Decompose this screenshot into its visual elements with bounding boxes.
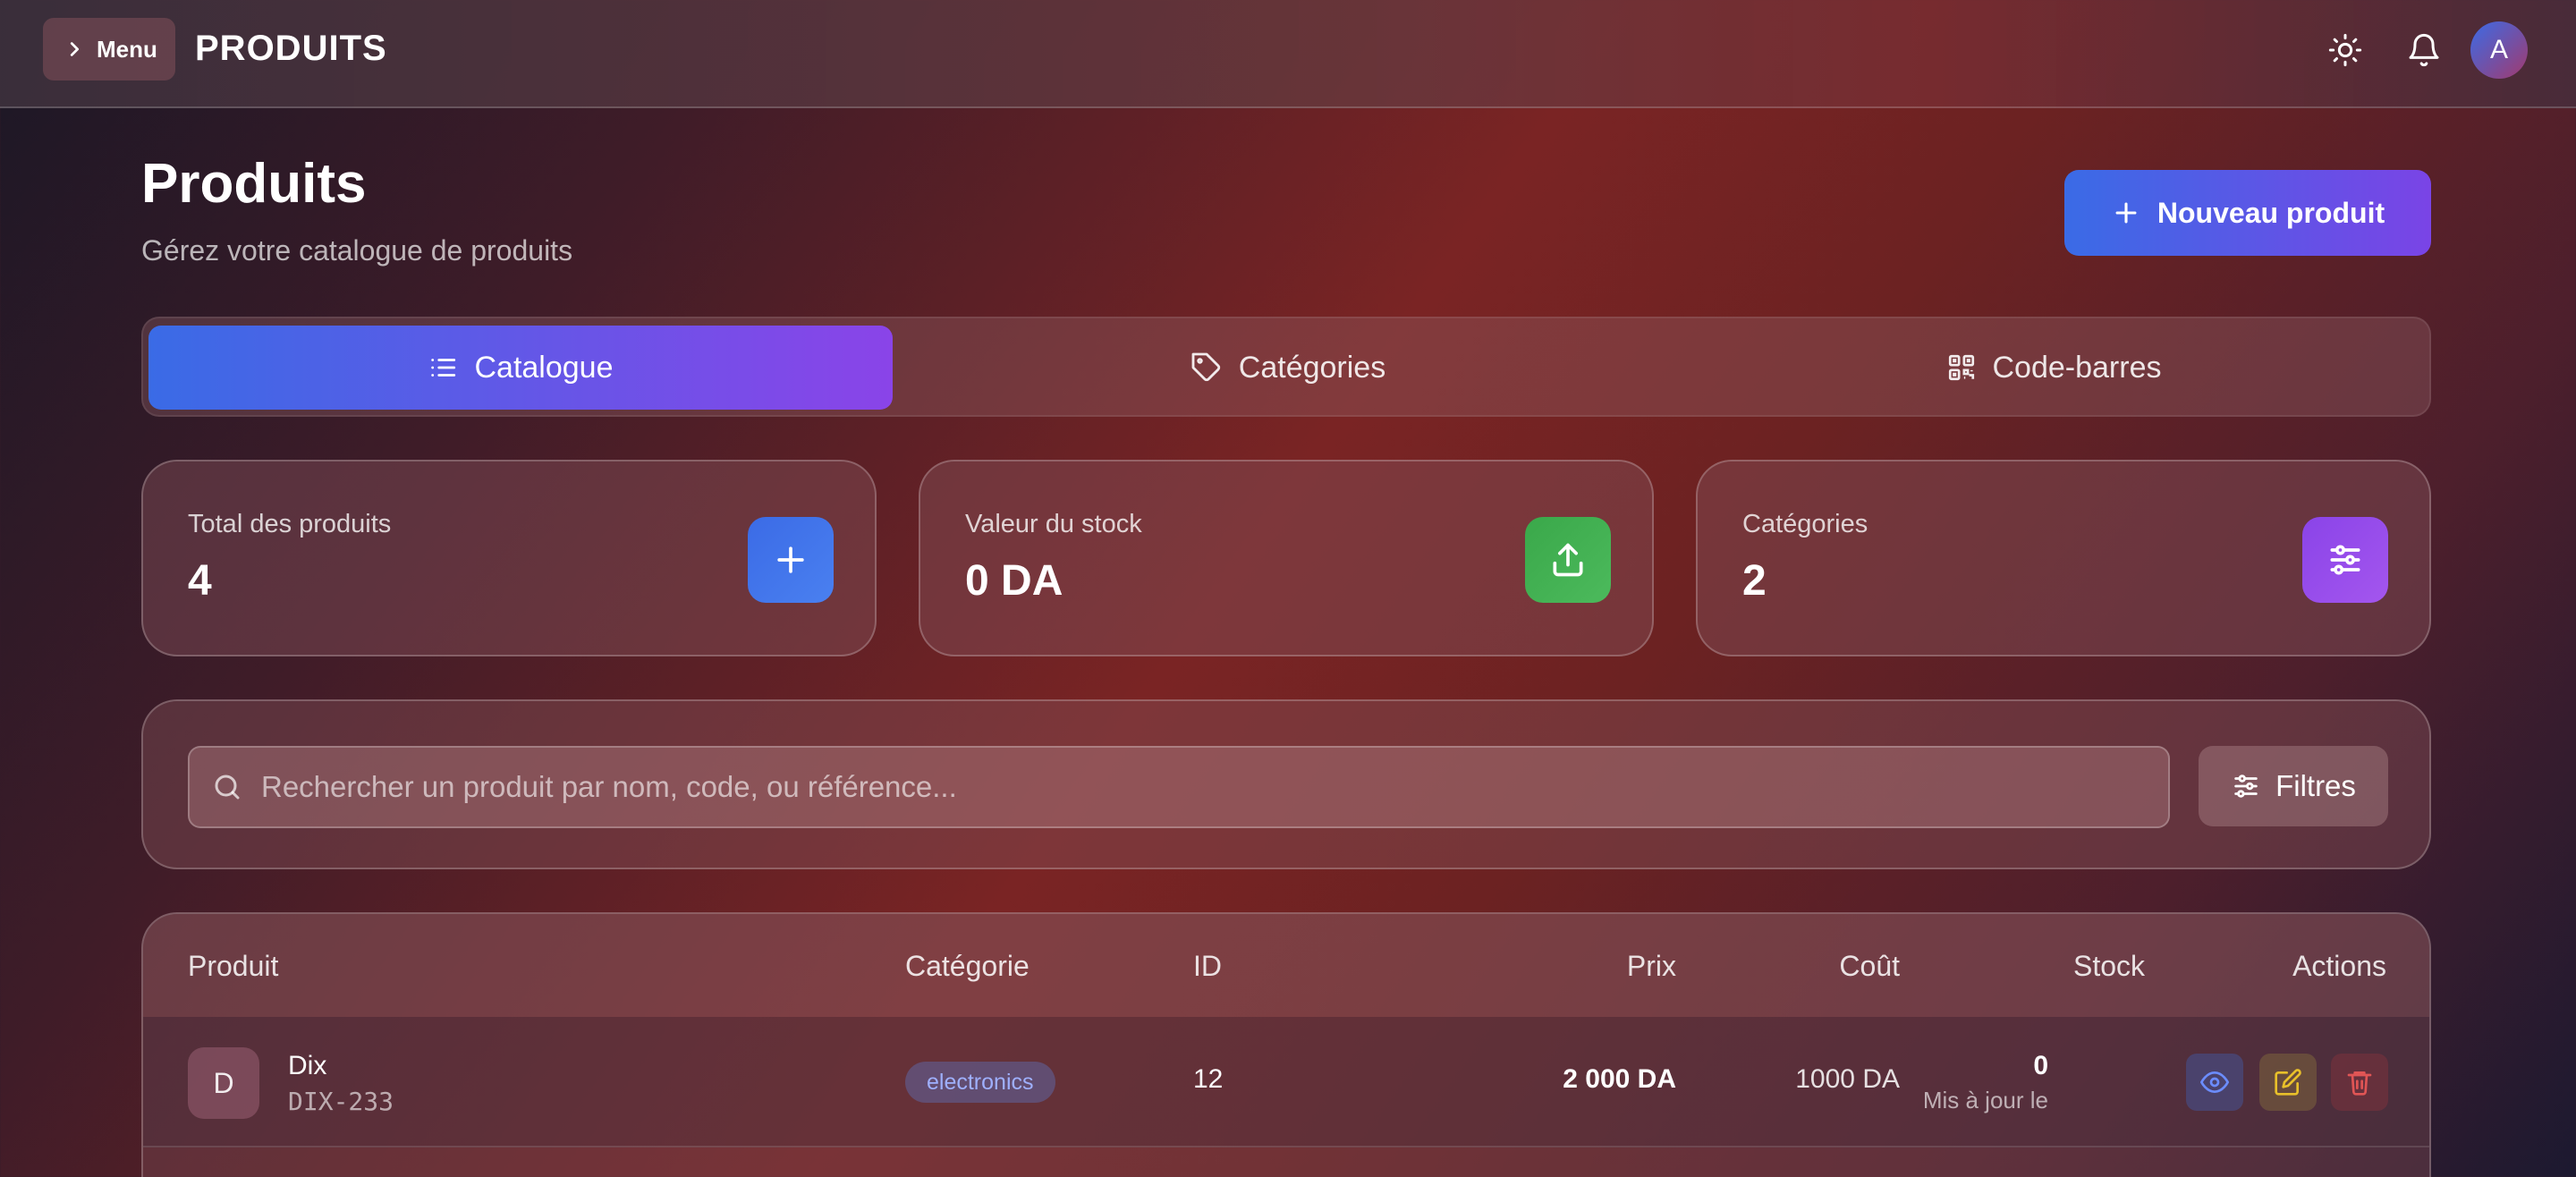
stock-updated-note: Mis à jour le — [1922, 1087, 2048, 1113]
edit-product-button[interactable] — [2259, 1054, 2317, 1111]
avatar-initial: A — [2489, 35, 2508, 64]
category-badge: electronics — [905, 1062, 1055, 1103]
stat-label: Total des produits — [188, 510, 392, 538]
product-cost: 1000 DA — [1795, 1064, 1900, 1094]
column-header-actions: Actions — [2292, 950, 2386, 982]
page-title: Produits — [141, 153, 367, 215]
trash-icon — [2345, 1068, 2374, 1097]
filters-button[interactable]: Filtres — [2199, 746, 2388, 826]
column-header-stock[interactable]: Stock — [2073, 950, 2145, 983]
product-initial: D — [213, 1066, 234, 1099]
filter-sliders-icon — [2231, 771, 2261, 801]
product-name: Dix — [288, 1051, 327, 1080]
column-header-product[interactable]: Produit — [188, 950, 278, 983]
search-input[interactable] — [261, 770, 2168, 804]
tab-label: Catalogue — [474, 350, 614, 385]
delete-product-button[interactable] — [2331, 1054, 2388, 1111]
table-header: Produit Catégorie ID Prix Coût Stock Act… — [143, 914, 2429, 1017]
stat-label: Valeur du stock — [965, 510, 1142, 538]
app-title: PRODUITS — [195, 29, 387, 68]
plus-icon — [748, 517, 834, 603]
table-row[interactable]: D Dix DIX-233 electronics 12 2 000 DA 10… — [143, 1017, 2429, 1147]
column-header-price[interactable]: Prix — [1627, 950, 1676, 983]
products-table: Produit Catégorie ID Prix Coût Stock Act… — [141, 912, 2431, 1177]
product-id: 12 — [1193, 1064, 1224, 1094]
tab-bar: Catalogue Catégories Code-barres — [141, 317, 2431, 417]
product-stock: 0 — [2033, 1051, 2048, 1080]
sliders-icon — [2302, 517, 2388, 603]
new-product-button[interactable]: Nouveau produit — [2064, 170, 2431, 256]
filters-label: Filtres — [2275, 769, 2356, 802]
search-box[interactable] — [188, 746, 2170, 828]
column-header-id[interactable]: ID — [1193, 950, 1222, 983]
chevron-right-icon — [64, 39, 84, 59]
category-label: electronics — [927, 1069, 1034, 1095]
tab-categories[interactable]: Catégories — [916, 326, 1660, 410]
stat-card-categories: Catégories 2 — [1696, 460, 2431, 656]
notification-bell-icon[interactable] — [2406, 32, 2445, 72]
list-icon — [428, 352, 458, 383]
stat-value: 2 — [1742, 557, 1767, 605]
menu-button[interactable]: Menu — [43, 18, 175, 80]
product-code: DIX-233 — [288, 1087, 394, 1116]
tab-catalogue[interactable]: Catalogue — [148, 326, 893, 410]
product-avatar: D — [188, 1047, 259, 1119]
menu-label: Menu — [97, 35, 157, 63]
view-product-button[interactable] — [2186, 1054, 2243, 1111]
tab-label: Catégories — [1238, 350, 1386, 385]
product-price: 2 000 DA — [1563, 1064, 1676, 1094]
stat-card-total-products: Total des produits 4 — [141, 460, 877, 656]
tab-barcode[interactable]: Code-barres — [1682, 326, 2426, 410]
theme-toggle-sun-icon[interactable] — [2327, 32, 2367, 72]
search-icon — [211, 771, 243, 803]
tag-icon — [1191, 351, 1223, 384]
column-header-category[interactable]: Catégorie — [905, 950, 1030, 983]
search-panel: Filtres — [141, 699, 2431, 869]
tab-label: Code-barres — [1992, 350, 2162, 385]
stat-value: 4 — [188, 557, 212, 605]
stat-card-stock-value: Valeur du stock 0 DA — [919, 460, 1654, 656]
stat-label: Catégories — [1742, 510, 1868, 538]
user-avatar[interactable]: A — [2470, 21, 2528, 79]
new-product-label: Nouveau produit — [2157, 196, 2385, 229]
upload-icon — [1525, 517, 1611, 603]
eye-icon — [2200, 1068, 2229, 1097]
page-subtitle: Gérez votre catalogue de produits — [141, 234, 573, 267]
plus-icon — [2111, 198, 2141, 228]
top-bar: Menu PRODUITS A — [0, 0, 2576, 108]
column-header-cost[interactable]: Coût — [1839, 950, 1900, 983]
stat-value: 0 DA — [965, 557, 1063, 605]
edit-pencil-icon — [2274, 1068, 2302, 1097]
qr-code-icon — [1946, 352, 1977, 383]
